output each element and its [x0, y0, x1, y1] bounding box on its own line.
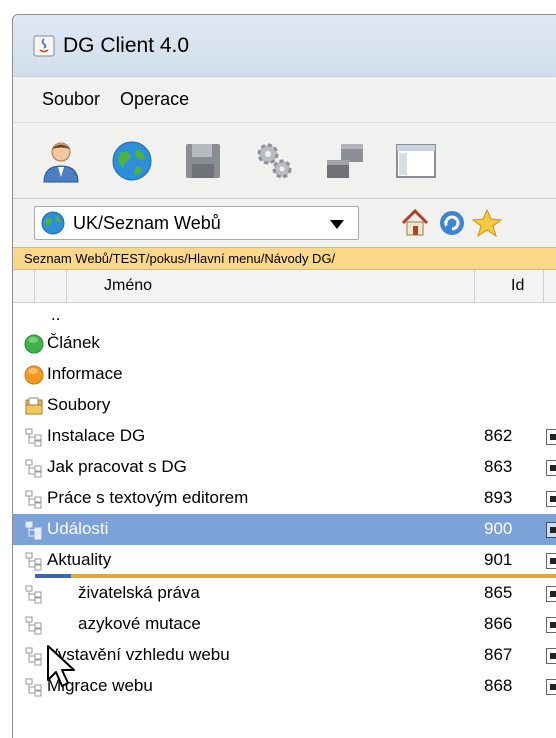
list-item-jak-pracovat[interactable]: Jak pracovat s DG 863 [13, 452, 556, 483]
list-item-label: azykové mutace [78, 614, 201, 633]
windows-icon[interactable] [321, 137, 369, 185]
layout-icon[interactable] [392, 137, 440, 185]
list-item-uzivatelska-prava[interactable]: živatelská práva 865 [13, 578, 556, 609]
list-item-prace-s-editorem[interactable]: Práce s textovým editorem 893 [13, 483, 556, 514]
row-action-box[interactable] [546, 617, 556, 633]
app-window: DG Client 4.0 Soubor Operace UK/Seznam W… [12, 14, 556, 738]
list-item-label: .. [51, 305, 61, 324]
list-item-label: Soubory [47, 395, 111, 414]
selected-site-label: UK/Seznam Webů [73, 212, 221, 233]
tree-icon [25, 521, 42, 540]
list-item-instalace-dg[interactable]: Instalace DG 862 [13, 421, 556, 452]
list-item-udalosti[interactable]: Události 900 [13, 514, 556, 545]
list-item-label: Informace [47, 364, 123, 383]
tree-icon [25, 678, 42, 697]
list-item-label: Aktuality [47, 550, 112, 569]
row-action-box[interactable] [546, 679, 556, 695]
title-bar: DG Client 4.0 [13, 15, 556, 77]
list-item-id: 868 [484, 676, 513, 695]
breadcrumb-path: Seznam Webů/TEST/pokus/Hlavní menu/Návod… [13, 247, 556, 270]
globe-icon [41, 211, 65, 235]
list-item-label: živatelská práva [78, 583, 200, 602]
row-action-box[interactable] [546, 586, 556, 602]
window-title: DG Client 4.0 [63, 33, 190, 57]
column-id-header[interactable]: Id [511, 277, 524, 295]
orange-circle-icon [24, 365, 44, 385]
tree-icon [25, 428, 42, 447]
navigation-row: UK/Seznam Webů [13, 199, 556, 247]
row-action-box[interactable] [546, 522, 556, 538]
column-name-header[interactable]: Jméno [104, 277, 152, 295]
tree-icon [25, 585, 42, 604]
row-action-box[interactable] [546, 460, 556, 476]
toolbar [13, 123, 556, 199]
settings-icon[interactable] [250, 137, 298, 185]
list-item-label: Instalace DG [47, 426, 146, 445]
mouse-pointer-icon [47, 645, 75, 687]
list-item-id: 863 [484, 457, 513, 476]
globe-icon[interactable] [108, 137, 156, 185]
tree-icon [25, 647, 42, 666]
site-select[interactable]: UK/Seznam Webů [34, 206, 359, 240]
list-item-vystaveni-vzhledu[interactable]: Vystavění vzhledu webu 867 [13, 640, 556, 671]
row-action-box[interactable] [546, 429, 556, 445]
user-icon[interactable] [37, 137, 85, 185]
tree-icon [25, 616, 42, 635]
green-circle-icon [24, 334, 44, 354]
list-item-label: Jak pracovat s DG [47, 457, 187, 476]
star-icon[interactable] [472, 208, 502, 238]
list-item-informace[interactable]: Informace [13, 359, 556, 390]
list-item-id: 900 [484, 519, 513, 538]
list-item-label: Události [47, 519, 109, 538]
menu-operace[interactable]: Operace [120, 89, 189, 110]
list-item-id: 866 [484, 614, 513, 633]
home-icon[interactable] [400, 208, 430, 238]
folder-icon [25, 397, 43, 415]
list-item-id: 862 [484, 426, 513, 445]
refresh-icon[interactable] [437, 208, 467, 238]
tree-icon [25, 459, 42, 478]
row-action-box[interactable] [546, 648, 556, 664]
column-header: Jméno Id [13, 270, 556, 303]
menu-soubor[interactable]: Soubor [42, 89, 100, 110]
row-action-box[interactable] [546, 553, 556, 569]
list-item-aktuality[interactable]: Aktuality 901 [13, 545, 556, 576]
save-icon[interactable] [179, 137, 227, 185]
tree-icon [25, 552, 42, 571]
java-icon [33, 35, 55, 56]
menu-bar: Soubor Operace [13, 77, 556, 123]
list-item-migrace-webu[interactable]: Migrace webu 868 [13, 671, 556, 702]
list-item-label: Článek [47, 333, 100, 352]
list-item-clanek[interactable]: Článek [13, 328, 556, 359]
row-action-box[interactable] [546, 491, 556, 507]
list-item-jazykove-mutace[interactable]: azykové mutace 866 [13, 609, 556, 640]
tree-icon [25, 490, 42, 509]
list-item-label: Práce s textovým editorem [47, 488, 249, 507]
list-item-id: 893 [484, 488, 513, 507]
list-item-id: 901 [484, 550, 513, 569]
list-item-id: 867 [484, 645, 513, 664]
list-item-id: 865 [484, 583, 513, 602]
list-item-soubory[interactable]: Soubory [13, 390, 556, 421]
dropdown-arrow-icon [330, 220, 344, 229]
